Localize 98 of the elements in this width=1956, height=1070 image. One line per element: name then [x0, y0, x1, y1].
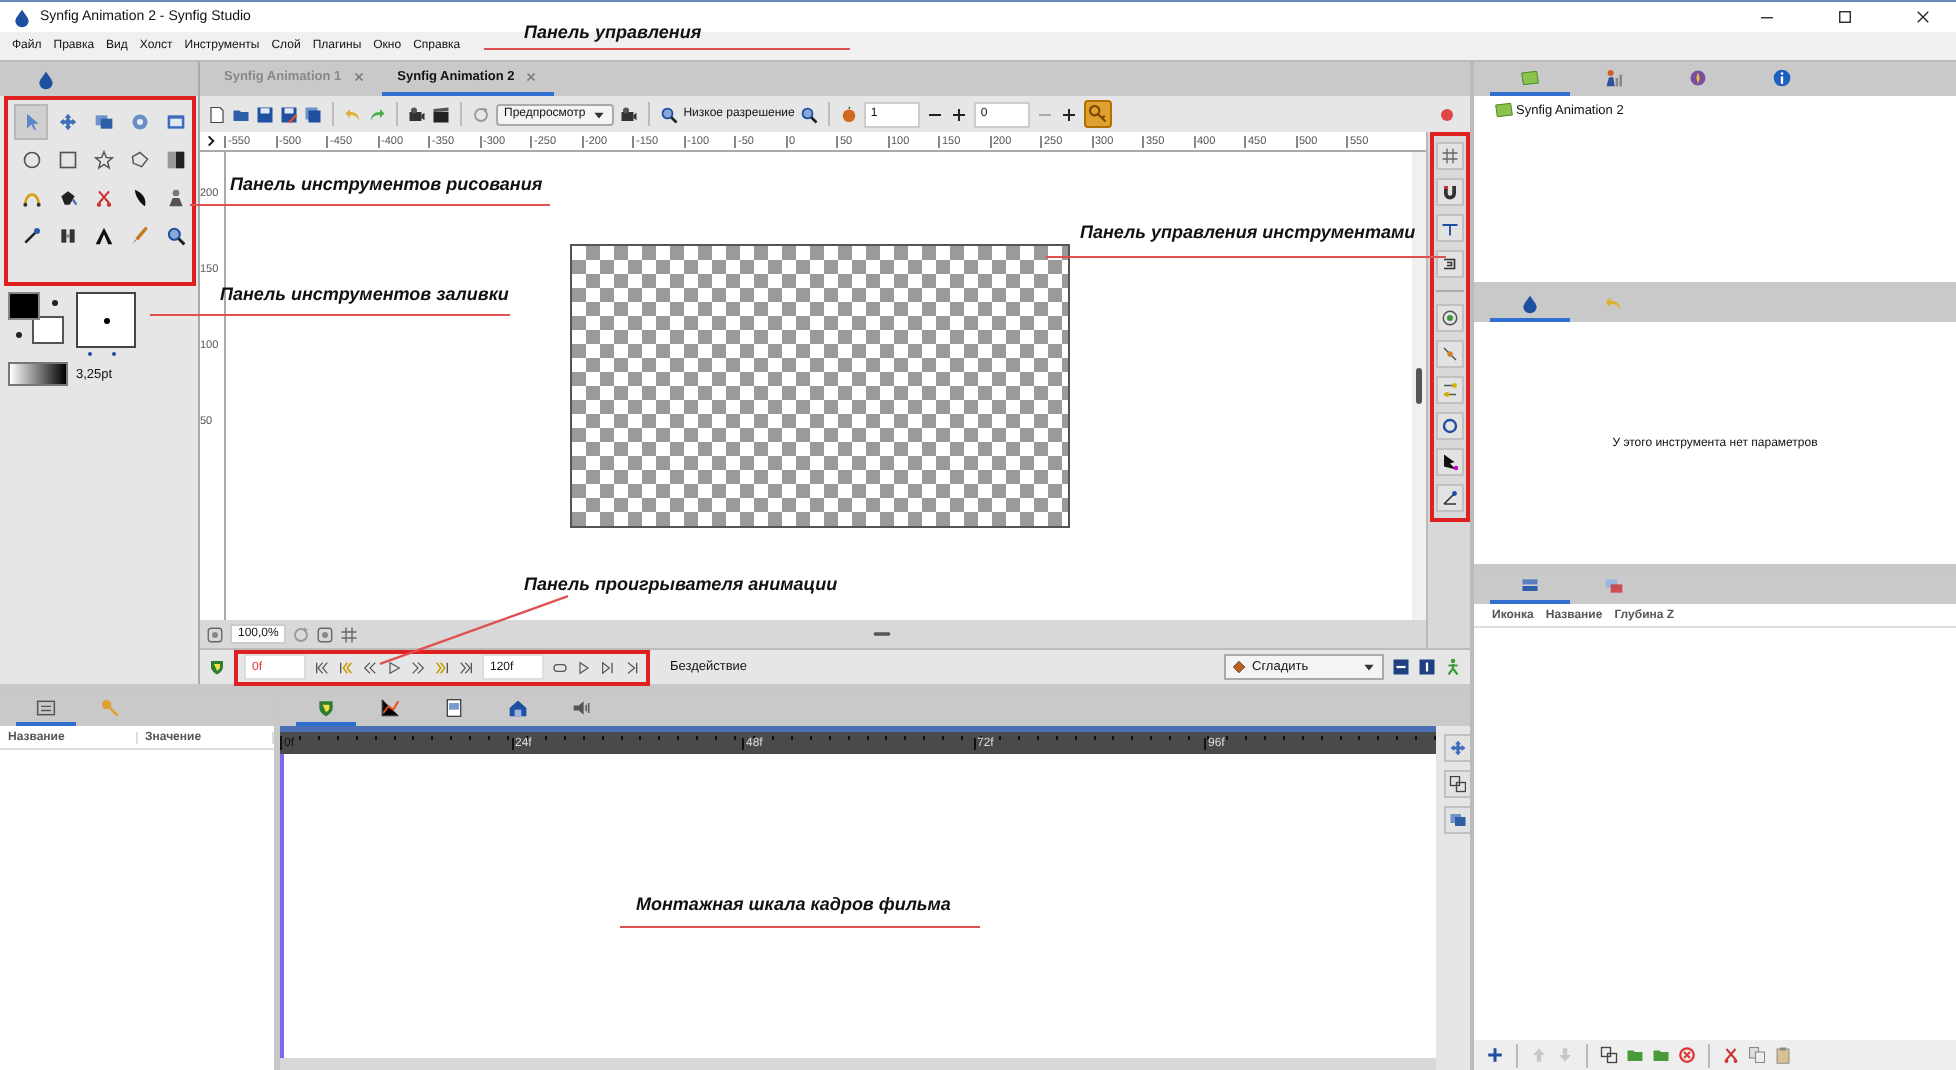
chevron-icon[interactable] — [204, 134, 218, 148]
zoom-fit-icon[interactable] — [316, 625, 335, 643]
camera-icon[interactable] — [408, 105, 426, 123]
duplicate-icon[interactable] — [1600, 1046, 1618, 1064]
drop-icon — [12, 7, 32, 27]
close-icon[interactable] — [1914, 8, 1932, 26]
annotation-label: Панель управления — [524, 22, 702, 42]
add-icon[interactable] — [1486, 1046, 1504, 1064]
key-icon — [1088, 104, 1109, 124]
layers-icon — [93, 112, 113, 132]
diamond-icon — [1232, 660, 1246, 674]
ring-icon[interactable] — [1435, 412, 1463, 440]
walking-figure-icon[interactable] — [1444, 658, 1462, 676]
bone-angle-icon[interactable] — [1435, 484, 1463, 512]
layer-set-icon — [1604, 575, 1624, 595]
eyedropper-icon — [21, 226, 41, 246]
layers-icon[interactable] — [1443, 806, 1471, 834]
record-icon[interactable] — [1438, 105, 1456, 123]
star-icon — [93, 150, 113, 170]
compass-icon — [1688, 67, 1708, 87]
gradient-icon — [165, 150, 185, 170]
magnifier-icon[interactable] — [800, 105, 819, 123]
scissors-icon[interactable] — [1722, 1046, 1740, 1064]
square-icon — [57, 150, 77, 170]
guide-icon[interactable] — [1435, 214, 1463, 242]
rewind-icon[interactable] — [362, 659, 378, 675]
maximize-icon[interactable] — [1836, 8, 1854, 26]
scissors-icon — [93, 188, 113, 208]
caret-icon — [591, 107, 606, 121]
handles-icon[interactable] — [1435, 376, 1463, 404]
target-icon[interactable] — [1435, 304, 1463, 332]
move-icon[interactable] — [1443, 734, 1471, 762]
cursor-icon[interactable] — [1435, 448, 1463, 476]
magnifier-icon — [165, 226, 185, 246]
caret-icon — [1362, 660, 1376, 674]
end-bound-icon[interactable] — [624, 659, 640, 675]
move-icon — [57, 112, 77, 132]
annotation-label: Панель проигрывателя анимации — [524, 574, 838, 594]
play-to-bound-icon[interactable] — [600, 659, 616, 675]
zoom-fit-icon[interactable] — [206, 625, 224, 643]
shield-icon[interactable] — [208, 658, 226, 676]
previous-keyframe-icon[interactable] — [338, 659, 354, 675]
fast-forward-icon[interactable] — [410, 659, 426, 675]
pointer-icon — [21, 112, 41, 132]
save-as-icon[interactable] — [280, 105, 298, 123]
triangle-icon — [93, 226, 113, 246]
brush-icon — [129, 226, 149, 246]
stop-icon[interactable] — [1678, 1046, 1696, 1064]
figure-icon — [165, 188, 185, 208]
undo-icon — [1604, 293, 1624, 313]
info-icon — [1772, 67, 1792, 87]
annotation-label: Панель инструментов заливки — [220, 284, 509, 304]
window-icon — [165, 112, 185, 132]
person-with-chart-icon — [1604, 67, 1624, 87]
annotation-label: Панель инструментов рисования — [230, 174, 543, 194]
skip-to-end-icon[interactable] — [458, 659, 474, 675]
curve-icon — [21, 188, 41, 208]
parameters-icon — [36, 697, 56, 717]
duplicate-icon[interactable] — [1443, 770, 1471, 798]
image-icon — [444, 697, 464, 717]
speaker-icon — [572, 697, 592, 717]
magnet-icon[interactable] — [1435, 178, 1463, 206]
circle-icon — [21, 150, 41, 170]
onion-icon[interactable] — [840, 105, 859, 123]
brush-preview[interactable] — [76, 292, 136, 348]
save-icon[interactable] — [256, 105, 274, 123]
skip-to-start-icon[interactable] — [314, 659, 330, 675]
play-bound-icon[interactable] — [576, 659, 592, 675]
key-button[interactable] — [1084, 100, 1113, 128]
annotation-label: Панель управления инструментами — [1080, 222, 1416, 242]
outline-color-swatch[interactable] — [8, 292, 40, 320]
graph-icon — [380, 697, 400, 717]
key-icon — [100, 697, 120, 717]
loop-icon[interactable] — [552, 659, 568, 675]
next-keyframe-icon[interactable] — [434, 659, 450, 675]
save-all-icon[interactable] — [304, 105, 322, 123]
folder-icon[interactable] — [232, 105, 250, 123]
drop-icon[interactable] — [36, 69, 56, 89]
gradient-swatch[interactable] — [8, 362, 68, 386]
plus-icon[interactable] — [1060, 105, 1079, 123]
new-file-icon[interactable] — [208, 105, 226, 123]
polygon-icon — [129, 150, 149, 170]
fill-color-swatch[interactable] — [32, 316, 64, 344]
camera-icon[interactable] — [619, 105, 638, 123]
play-icon[interactable] — [386, 659, 402, 675]
grid-icon[interactable] — [340, 625, 359, 643]
shield-icon — [316, 697, 336, 717]
clapperboard-icon[interactable] — [432, 105, 450, 123]
clipboard-icon[interactable] — [1774, 1046, 1792, 1064]
scrollbar-thumb[interactable] — [1416, 368, 1422, 404]
drop-icon — [1520, 293, 1540, 313]
house-icon — [508, 697, 528, 717]
layer-stack-icon — [1520, 575, 1540, 595]
annotation-label: Монтажная шкала кадров фильма — [636, 894, 951, 914]
plus-icon[interactable] — [950, 105, 969, 123]
bracket-icon[interactable] — [1435, 250, 1463, 278]
magnifier-icon[interactable] — [659, 105, 678, 123]
copy-icon[interactable] — [1748, 1046, 1766, 1064]
